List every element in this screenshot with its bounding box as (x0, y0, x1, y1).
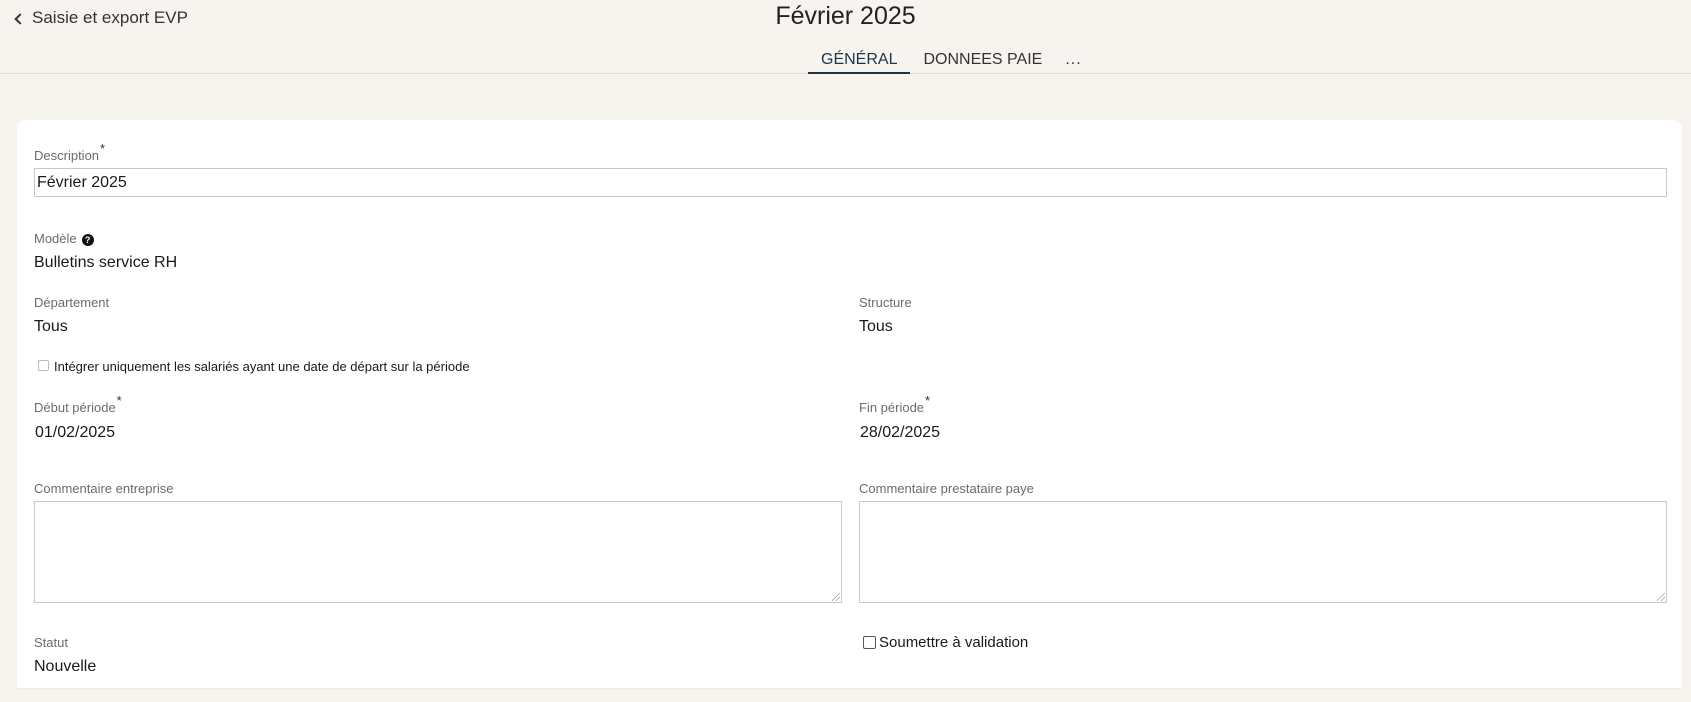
resize-handle-icon[interactable] (1657, 593, 1665, 601)
statut-label: Statut (34, 635, 68, 650)
required-mark: * (925, 393, 931, 408)
question-circle-icon[interactable]: ? (81, 234, 94, 246)
soumettre-checkbox[interactable] (863, 636, 876, 649)
fin-periode-input[interactable]: 28/02/2025 (860, 424, 940, 442)
modele-value: Bulletins service RH (34, 254, 178, 271)
required-mark: * (100, 141, 106, 156)
structure-label: Structure (859, 295, 912, 310)
departement-label: Département (34, 295, 110, 310)
commentaire-prestataire-textarea[interactable] (859, 501, 1667, 603)
departement-value[interactable]: Tous (34, 318, 68, 336)
description-input[interactable]: Février 2025 (34, 168, 1667, 197)
integrer-checkbox[interactable] (38, 360, 49, 371)
resize-handle-icon[interactable] (832, 593, 840, 601)
tab-donnees-paie[interactable]: DONNEES PAIE (910, 48, 1055, 74)
fin-periode-label: Fin période* (859, 393, 931, 415)
modele-label: Modèle? (34, 231, 94, 246)
required-mark: * (116, 393, 122, 408)
top-bar: Saisie et export EVP Février 2025 GÉNÉRA… (0, 0, 1691, 74)
integrer-checkbox-label[interactable]: Intégrer uniquement les salariés ayant u… (54, 359, 470, 374)
page-title: Février 2025 (775, 2, 916, 30)
commentaire-entreprise-textarea[interactable] (34, 501, 842, 603)
soumettre-checkbox-label[interactable]: Soumettre à validation (879, 634, 1028, 651)
statut-value: Nouvelle (34, 658, 97, 675)
tab-bar: GÉNÉRAL DONNEES PAIE ... (808, 48, 1092, 74)
commentaire-entreprise-label: Commentaire entreprise (34, 481, 174, 496)
commentaire-prestataire-label: Commentaire prestataire paye (859, 481, 1034, 496)
debut-periode-input[interactable]: 01/02/2025 (35, 424, 115, 442)
form-card: Description* Février 2025 Modèle? Bullet… (17, 120, 1682, 688)
debut-periode-label: Début période* (34, 393, 122, 415)
tab-more[interactable]: ... (1055, 48, 1091, 74)
tab-general[interactable]: GÉNÉRAL (808, 48, 911, 74)
structure-value[interactable]: Tous (859, 318, 893, 336)
description-label: Description* (34, 141, 106, 163)
